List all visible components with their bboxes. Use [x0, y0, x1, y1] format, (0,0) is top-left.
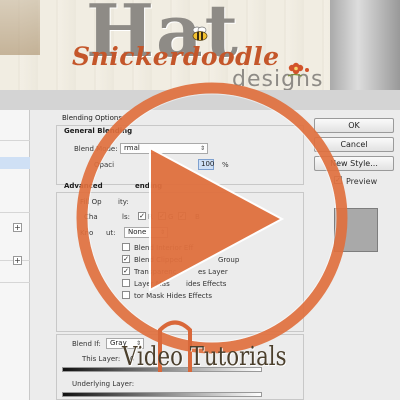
- blend-interior-effects-label: Blend Interior Eff: [134, 244, 194, 252]
- advanced-blending-title-prefix: Advanced: [64, 182, 103, 190]
- channels-label: Cha: [84, 213, 98, 221]
- transparency-shapes-layer-label: Transparenc: [134, 268, 177, 276]
- layer-mask-hides-effects-checkbox[interactable]: [122, 279, 130, 287]
- flower-icon: [287, 62, 309, 77]
- knockout-value: None: [128, 228, 147, 236]
- knockout-label-suffix: ut:: [106, 229, 116, 237]
- channel-b-checkbox[interactable]: ✓: [178, 212, 186, 220]
- header-banner: Hat Snickerdoodle designs: [0, 0, 400, 90]
- preview-checkbox[interactable]: ✓: [334, 176, 342, 184]
- knockout-select[interactable]: None ⇕: [124, 227, 168, 238]
- fill-opacity-label-suffix: ity:: [118, 198, 129, 206]
- vector-mask-hides-effects-checkbox[interactable]: [122, 291, 130, 299]
- cancel-button[interactable]: Cancel: [314, 137, 394, 152]
- this-layer-label: This Layer:: [82, 355, 121, 363]
- vector-mask-hides-effects-label: tor Mask Hides Effects: [134, 292, 213, 300]
- blend-mode-label: Blend Mode:: [74, 145, 118, 153]
- styles-list-panel: + +: [0, 110, 30, 400]
- add-style-button[interactable]: +: [13, 223, 22, 232]
- video-tutorials-caption: Video Tutorials: [122, 342, 287, 372]
- banner-metal-strip: [330, 0, 400, 90]
- opacity-input[interactable]: 100: [198, 159, 214, 170]
- underlying-layer-label: Underlying Layer:: [72, 380, 135, 388]
- bee-icon: [192, 26, 208, 41]
- fill-opacity-label: Fill Op: [80, 198, 102, 206]
- banner-photo: [0, 0, 40, 55]
- add-style-button-2[interactable]: +: [13, 256, 22, 265]
- blend-mode-select[interactable]: rmal ⇕: [120, 143, 208, 154]
- transparency-shapes-layer-label-suffix: es Layer: [198, 268, 228, 276]
- dialog-title-bar: [0, 90, 400, 110]
- blending-options-title: Blending Options: [62, 114, 122, 122]
- chevron-down-icon: ⇕: [159, 229, 165, 236]
- opacity-label: Opaci: [94, 161, 115, 169]
- channel-g-checkbox[interactable]: ✓: [158, 212, 166, 220]
- new-style-button[interactable]: New Style...: [314, 156, 394, 171]
- layer-mask-hides-effects-label: Layer Mas: [134, 280, 170, 288]
- transparency-shapes-layer-checkbox[interactable]: ✓: [122, 267, 130, 275]
- ok-button[interactable]: OK: [314, 118, 394, 133]
- underlying-layer-slider[interactable]: [62, 392, 262, 397]
- blend-interior-effects-checkbox[interactable]: [122, 243, 130, 251]
- channel-r-label: R: [148, 213, 153, 221]
- chevron-down-icon: ⇕: [199, 145, 205, 152]
- knockout-label: Kno: [80, 229, 94, 237]
- layer-mask-hides-effects-label-suffix: ides Effects: [186, 280, 227, 288]
- styles-list-selected-item[interactable]: [0, 157, 30, 169]
- opacity-unit: %: [222, 161, 229, 169]
- blend-mode-value: rmal: [124, 144, 140, 152]
- channels-label-suffix: ls:: [122, 213, 130, 221]
- channel-g-label: G: [168, 213, 174, 221]
- channel-b-label: B: [195, 213, 200, 221]
- general-blending-title: General Blending: [64, 127, 133, 135]
- advanced-blending-title-suffix: ending: [135, 182, 163, 190]
- blend-clipped-group-label-suffix: Group: [218, 256, 240, 264]
- style-preview-swatch: [334, 208, 378, 252]
- blend-clipped-group-label: Blend Clipped: [134, 256, 183, 264]
- blend-if-label: Blend If:: [72, 340, 101, 348]
- preview-label: Preview: [346, 177, 378, 186]
- blend-clipped-group-checkbox[interactable]: ✓: [122, 255, 130, 263]
- channel-r-checkbox[interactable]: ✓: [138, 212, 146, 220]
